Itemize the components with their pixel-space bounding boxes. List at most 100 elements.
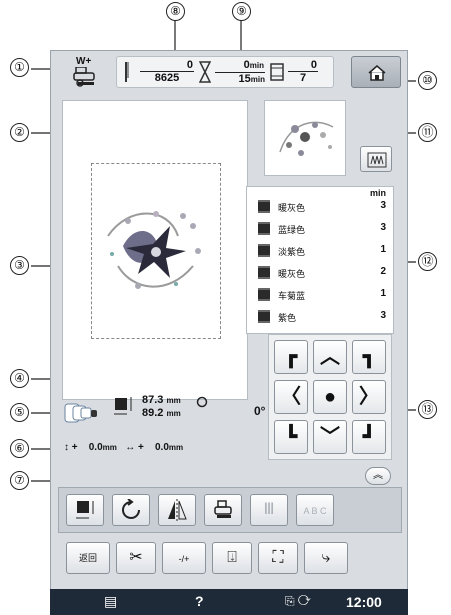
height-unit: mm: [166, 409, 181, 418]
back-button[interactable]: 返回: [66, 542, 110, 574]
move-up-left-button[interactable]: ┏: [274, 340, 308, 374]
pattern-preview: [264, 100, 346, 176]
thread-row[interactable]: 紫色 3: [258, 306, 392, 326]
thread-row[interactable]: 车菊蓝 1: [258, 284, 392, 304]
callout-11: ⑪: [418, 123, 437, 142]
density-icon: Ⅲ: [263, 501, 275, 518]
move-right-button[interactable]: 〉: [352, 380, 386, 414]
pattern-offset: ↕ + 0.0mm ↔ + 0.0mm: [64, 442, 183, 453]
move-down-left-button[interactable]: ┗: [274, 420, 308, 454]
trial-button[interactable]: ⛶: [258, 542, 298, 574]
size-button[interactable]: [66, 494, 104, 526]
needle-adjust-label: -/+: [178, 554, 190, 564]
thread-minutes: 2: [380, 266, 386, 277]
thread-row[interactable]: 暖灰色 3: [258, 196, 392, 216]
move-down-button[interactable]: ﹀: [313, 420, 347, 454]
color-total: 7: [299, 72, 307, 84]
time-counter: 0min 15min: [215, 59, 265, 86]
embroidery-area[interactable]: [62, 100, 248, 400]
callout-8: ⑧: [166, 2, 185, 21]
thread-minutes: 3: [380, 200, 386, 211]
thread-name: 车菊蓝: [278, 291, 306, 301]
callout-5: ⑤: [10, 403, 29, 422]
pattern-width: 87.3: [142, 394, 164, 406]
hoop-frames-icon: [64, 403, 97, 423]
preview-pattern-image: [279, 121, 334, 156]
home-button[interactable]: [351, 56, 401, 88]
thread-row[interactable]: 暖灰色 2: [258, 262, 392, 282]
color-counter: 0 7: [288, 59, 318, 85]
callout-7: ⑦: [10, 471, 29, 490]
scissors-button[interactable]: ✂: [116, 542, 156, 574]
horizontal-offset-icon: ↔: [125, 442, 136, 453]
pattern-size: 87.3 mm 89.2 mm: [142, 394, 181, 420]
rotation-indicator-icon: [196, 396, 208, 408]
callout-12: ⑫: [418, 252, 437, 271]
thread-minutes: 1: [380, 288, 386, 299]
vertical-offset: 0.0: [88, 442, 103, 453]
thread-minutes: 1: [380, 244, 386, 255]
hourglass-icon: [199, 61, 211, 83]
callout-13: ⑬: [418, 400, 437, 419]
resize-icon: [76, 501, 94, 519]
callout-9: ⑨: [232, 2, 251, 21]
callout-4: ④: [10, 369, 29, 388]
embroider-icon: ⤷: [321, 549, 331, 566]
start-point-button[interactable]: ⍗: [212, 542, 252, 574]
embroidery-pattern-image: [107, 211, 201, 289]
presser-foot-label: W+: [76, 56, 92, 67]
needle-icon: [125, 62, 129, 82]
stitch-done: 0: [140, 59, 194, 72]
vertical-offset-sign: +: [71, 442, 78, 453]
horizontal-offset-sign: +: [138, 442, 144, 453]
presser-foot-button[interactable]: [204, 494, 242, 526]
collapse-button[interactable]: ︽: [365, 467, 391, 485]
move-up-button[interactable]: ︿: [313, 340, 347, 374]
document-icon[interactable]: ▤: [104, 593, 117, 610]
move-center-button[interactable]: ●: [313, 380, 347, 414]
spool-icon: [258, 310, 270, 323]
thread-minutes: 3: [380, 310, 386, 321]
time-total: 15: [238, 73, 251, 85]
fast-view-button[interactable]: [360, 146, 392, 172]
thread-row[interactable]: 蓝绿色 3: [258, 218, 392, 238]
help-button[interactable]: ?: [195, 593, 204, 609]
rotation-angle: 0°: [254, 404, 266, 418]
trial-frame-icon: ⛶: [272, 549, 284, 566]
scissors-icon: ✂: [129, 549, 143, 566]
spool-icon: [258, 244, 270, 257]
pattern-memory-icon[interactable]: ⎘ ⟳: [285, 594, 311, 609]
move-up-right-button[interactable]: ┓: [352, 340, 386, 374]
status-bar: ▤ ? ⎘ ⟳ 12:00: [50, 589, 408, 615]
pattern-height: 89.2: [142, 407, 164, 419]
thread-name: 蓝绿色: [278, 225, 306, 235]
presser-foot-indicator: W+: [70, 56, 100, 88]
thread-row[interactable]: 淡紫色 1: [258, 240, 392, 260]
color-done: 0: [288, 59, 318, 72]
mirror-button[interactable]: [158, 494, 196, 526]
rotate-button[interactable]: [112, 494, 150, 526]
thread-color-button[interactable]: A B C: [296, 494, 334, 526]
zigzag-view-icon: [367, 152, 387, 168]
density-button[interactable]: Ⅲ: [250, 494, 288, 526]
stitch-counter: 0 8625: [140, 59, 194, 85]
move-left-button[interactable]: 〈: [274, 380, 308, 414]
needle-adjust-button[interactable]: -/+: [162, 542, 206, 574]
move-down-right-button[interactable]: ┛: [352, 420, 386, 454]
callout-3: ③: [10, 256, 29, 275]
embroider-button[interactable]: ⤷: [304, 542, 348, 574]
time-done-unit: min: [249, 61, 264, 70]
start-point-icon: ⍗: [227, 549, 237, 566]
thread-name: 暖灰色: [278, 203, 306, 213]
thread-minutes: 3: [380, 222, 386, 233]
chevron-up-icon: ︽: [373, 470, 383, 481]
abc-thread-icon: A B C: [303, 506, 327, 516]
home-icon: [368, 65, 386, 81]
width-unit: mm: [166, 396, 181, 405]
callout-2: ②: [10, 123, 29, 142]
stitch-total: 8625: [154, 72, 180, 84]
spool-icon: [258, 288, 270, 301]
callout-6: ⑥: [10, 439, 29, 458]
callout-1: ①: [10, 58, 29, 77]
thread-spool-icon: [270, 63, 284, 81]
